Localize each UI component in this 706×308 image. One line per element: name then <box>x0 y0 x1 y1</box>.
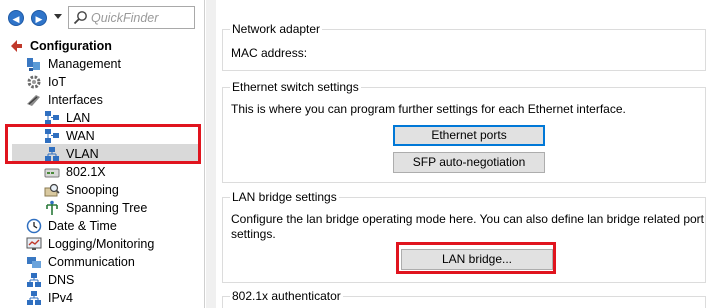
ethernet-switch-group: Ethernet switch settings This is where y… <box>222 80 706 183</box>
configuration-tree: Configuration Management IoT Interfaces <box>0 36 205 308</box>
ethernet-ports-button[interactable]: Ethernet ports <box>393 125 545 146</box>
ethernet-switch-description: This is where you can program further se… <box>231 102 626 116</box>
lan-bridge-description-line1: Configure the lan bridge operating mode … <box>231 212 704 226</box>
navigation-pane: ◀ ▶ Configuration Management <box>0 0 205 308</box>
group-title: Ethernet switch settings <box>230 80 361 95</box>
ipv4-network-icon <box>27 291 41 305</box>
settings-content: Network adapter MAC address: Ethernet sw… <box>216 0 706 308</box>
configuration-arrow-icon <box>11 40 22 52</box>
interfaces-lan-highlight-frame <box>5 124 201 164</box>
mac-address-label: MAC address: <box>231 46 308 60</box>
lan-bridge-description-line2: settings. <box>231 227 276 241</box>
tree-item-label: 802.1X <box>66 165 106 179</box>
tree-item-label: DNS <box>48 273 75 287</box>
settings-pane: Network adapter MAC address: Ethernet sw… <box>206 0 706 308</box>
tree-item-label: Spanning Tree <box>66 201 148 215</box>
tree-item-label: IPv4 <box>48 291 74 305</box>
interfaces-icon <box>27 95 40 106</box>
tree-item-label: Interfaces <box>48 93 103 107</box>
management-icon <box>27 58 40 71</box>
sfp-auto-negotiation-button[interactable]: SFP auto-negotiation <box>393 152 545 173</box>
group-title: 802.1x authenticator <box>230 289 343 304</box>
forward-arrow-icon[interactable]: ▶ <box>31 10 47 26</box>
network-adapter-group: Network adapter MAC address: <box>222 22 706 71</box>
dns-network-icon <box>27 273 41 287</box>
lan-bridge-button-highlight-frame <box>396 242 556 274</box>
quickfinder-box[interactable] <box>68 6 195 29</box>
communication-icon <box>27 257 41 268</box>
group-title: LAN bridge settings <box>230 190 339 205</box>
tree-item-label: IoT <box>48 75 67 89</box>
history-dropdown-icon[interactable] <box>54 14 62 19</box>
monitoring-icon <box>26 237 42 250</box>
tree-item-label: Logging/Monitoring <box>48 237 155 251</box>
snooping-magnifier-icon <box>44 183 60 197</box>
navigation-toolbar: ◀ ▶ <box>0 0 205 36</box>
clock-icon <box>26 218 42 234</box>
tree-item-label: Configuration <box>30 39 112 53</box>
tree-item-label: Management <box>48 57 121 71</box>
tree-item-label: Communication <box>48 255 135 269</box>
iot-gear-icon <box>27 75 41 89</box>
8021x-authenticator-group: 802.1x authenticator <box>222 289 706 308</box>
quickfinder-input[interactable] <box>91 9 191 26</box>
spanning-tree-icon <box>46 200 58 215</box>
tree-item-label: Snooping <box>66 183 119 197</box>
8021x-device-icon <box>44 168 60 178</box>
tree-item-label: Date & Time <box>48 219 117 233</box>
back-arrow-icon[interactable]: ◀ <box>8 10 24 26</box>
search-icon <box>73 11 87 25</box>
group-title: Network adapter <box>230 22 323 37</box>
